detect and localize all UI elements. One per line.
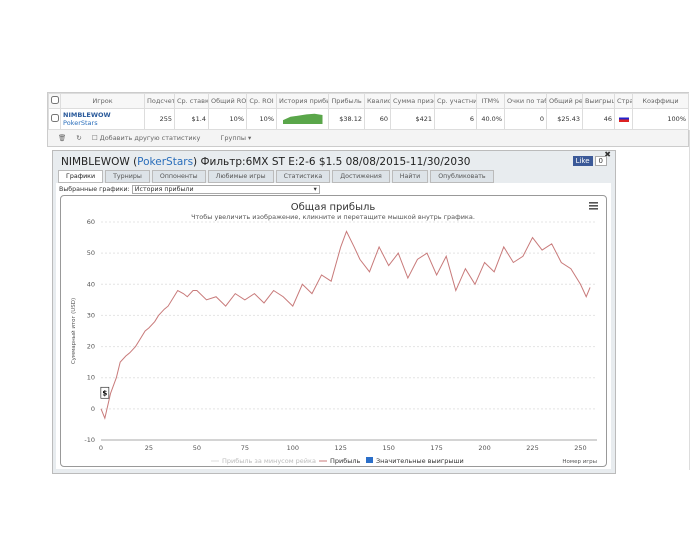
table-header: Игрок Подсчет Ср. ставк Общий ROI Ср. ROI Ист… <box>48 93 689 109</box>
chart-subtitle: Чтобы увеличить изображение, кликните и … <box>191 213 475 221</box>
column-header[interactable]: Подсчет <box>144 93 175 109</box>
ratio: 100% <box>632 108 689 130</box>
row-checkbox[interactable] <box>48 108 61 130</box>
wins: 46 <box>582 108 615 130</box>
column-header[interactable]: Ср. ставк <box>174 93 209 109</box>
column-header[interactable]: Квалиф <box>364 93 391 109</box>
x-tick-label: 200 <box>478 444 490 452</box>
tab-4[interactable]: Статистика <box>275 170 331 183</box>
player-link[interactable]: NIMBLEWOW <box>63 111 142 119</box>
x-tick-label: 125 <box>335 444 347 452</box>
tab-2[interactable]: Оппоненты <box>151 170 206 183</box>
y-tick-label: 10 <box>87 374 95 382</box>
chart[interactable]: Общая прибыль Чтобы увеличить изображение… <box>60 195 607 467</box>
menu-icon <box>589 202 598 204</box>
x-tick-label: 75 <box>241 444 249 452</box>
qual: 60 <box>364 108 391 130</box>
y-tick-label: 30 <box>87 311 95 319</box>
trash-icon[interactable]: 🗑 <box>58 134 66 142</box>
y-tick-label: 0 <box>91 405 95 413</box>
column-header[interactable]: ITM% <box>476 93 505 109</box>
column-header[interactable]: Ср. участник <box>434 93 477 109</box>
legend-swatch <box>366 457 373 463</box>
menu-icon <box>589 205 598 207</box>
legend-item: Значительные выигрыши <box>376 457 464 465</box>
itm: 40.0% <box>476 108 505 130</box>
table-row[interactable]: NIMBLEWOW PokerStars 255 $1.4 10% 10% $38… <box>48 108 689 130</box>
x-tick-label: 50 <box>193 444 201 452</box>
stats-table: Игрок Подсчет Ср. ставк Общий ROI Ср. ROI Ист… <box>47 92 689 147</box>
points: 0 <box>504 108 547 130</box>
tab-7[interactable]: Опубликовать <box>430 170 494 183</box>
column-header[interactable]: Коэффици <box>632 93 689 109</box>
site-link[interactable]: PokerStars <box>137 156 193 168</box>
add-stat-button[interactable]: ☐ Добавить другую статистику <box>92 134 211 142</box>
y-tick-label: 60 <box>87 218 95 226</box>
profit: $38.12 <box>328 108 365 130</box>
legend-item: Прибыль <box>330 457 361 465</box>
column-header[interactable]: Ср. ROI <box>246 93 277 109</box>
facebook-like[interactable]: Like 0 <box>572 156 607 166</box>
y-tick-label: -10 <box>84 436 95 444</box>
tab-6[interactable]: Найти <box>391 170 429 183</box>
column-header[interactable]: Общий ROI <box>208 93 247 109</box>
column-header[interactable] <box>48 93 61 109</box>
y-tick-label: 50 <box>87 249 95 257</box>
count: 255 <box>144 108 175 130</box>
chart-title: Общая прибыль <box>291 202 376 213</box>
y-axis-label: Суммарный итог (USD) <box>70 298 77 364</box>
tab-5[interactable]: Достижения <box>332 170 390 183</box>
big-win-marker-label: $ <box>102 389 107 397</box>
tab-3[interactable]: Любимые игры <box>207 170 274 183</box>
column-header[interactable]: Прибыль <box>328 93 365 109</box>
x-tick-label: 150 <box>382 444 394 452</box>
x-tick-label: 0 <box>99 444 103 452</box>
country-flag-icon <box>614 108 633 130</box>
tab-0[interactable]: Графики <box>58 170 104 183</box>
tab-bar: Графики Турниры Оппоненты Любимые игры Стати… <box>58 170 494 183</box>
tab-1[interactable]: Турниры <box>105 170 150 183</box>
profit-line <box>100 230 591 420</box>
column-header[interactable]: Очки по таб. <box>504 93 547 109</box>
menu-icon <box>589 208 598 210</box>
x-tick-label: 100 <box>287 444 299 452</box>
avg-roi: 10% <box>246 108 277 130</box>
y-tick-label: 40 <box>87 280 95 288</box>
x-tick-label: 175 <box>430 444 442 452</box>
scrollbar[interactable] <box>689 130 700 470</box>
chart-svg[interactable]: Общая прибыльЧтобы увеличить изображение… <box>61 196 606 466</box>
rake: $25.43 <box>546 108 583 130</box>
y-tick-label: 20 <box>87 343 95 351</box>
avg-stake: $1.4 <box>174 108 209 130</box>
groups-button[interactable]: Группы ▾ <box>220 134 251 142</box>
column-header[interactable]: Общий рей <box>546 93 583 109</box>
prizes: $421 <box>390 108 435 130</box>
refresh-icon[interactable]: ↻ <box>76 134 81 142</box>
legend-item: Прибыль за минусом рейка <box>222 457 316 465</box>
column-header[interactable]: Игрок <box>60 93 145 109</box>
x-tick-label: 225 <box>526 444 538 452</box>
column-header[interactable]: Стра <box>614 93 633 109</box>
total-roi: 10% <box>208 108 247 130</box>
chart-select[interactable]: История прибыли ▾ <box>131 185 320 194</box>
profit-sparkline <box>276 108 329 130</box>
player-panel: ✖ NIMBLEWOW (PokerStars) Фильтр:6MX ST E… <box>52 150 616 474</box>
selected-label: Выбранные графики: <box>59 186 130 193</box>
site-link[interactable]: PokerStars <box>63 119 142 127</box>
column-header[interactable]: Сумма призов <box>390 93 435 109</box>
avg-entrants: 6 <box>434 108 477 130</box>
column-header[interactable]: Выигрыш <box>582 93 615 109</box>
column-header[interactable]: История прибы <box>276 93 329 109</box>
x-tick-label: 250 <box>574 444 586 452</box>
x-axis-label: Номер игры <box>562 459 597 465</box>
x-tick-label: 25 <box>145 444 153 452</box>
panel-title: NIMBLEWOW (PokerStars) Фильтр:6MX ST E:2… <box>61 156 471 168</box>
